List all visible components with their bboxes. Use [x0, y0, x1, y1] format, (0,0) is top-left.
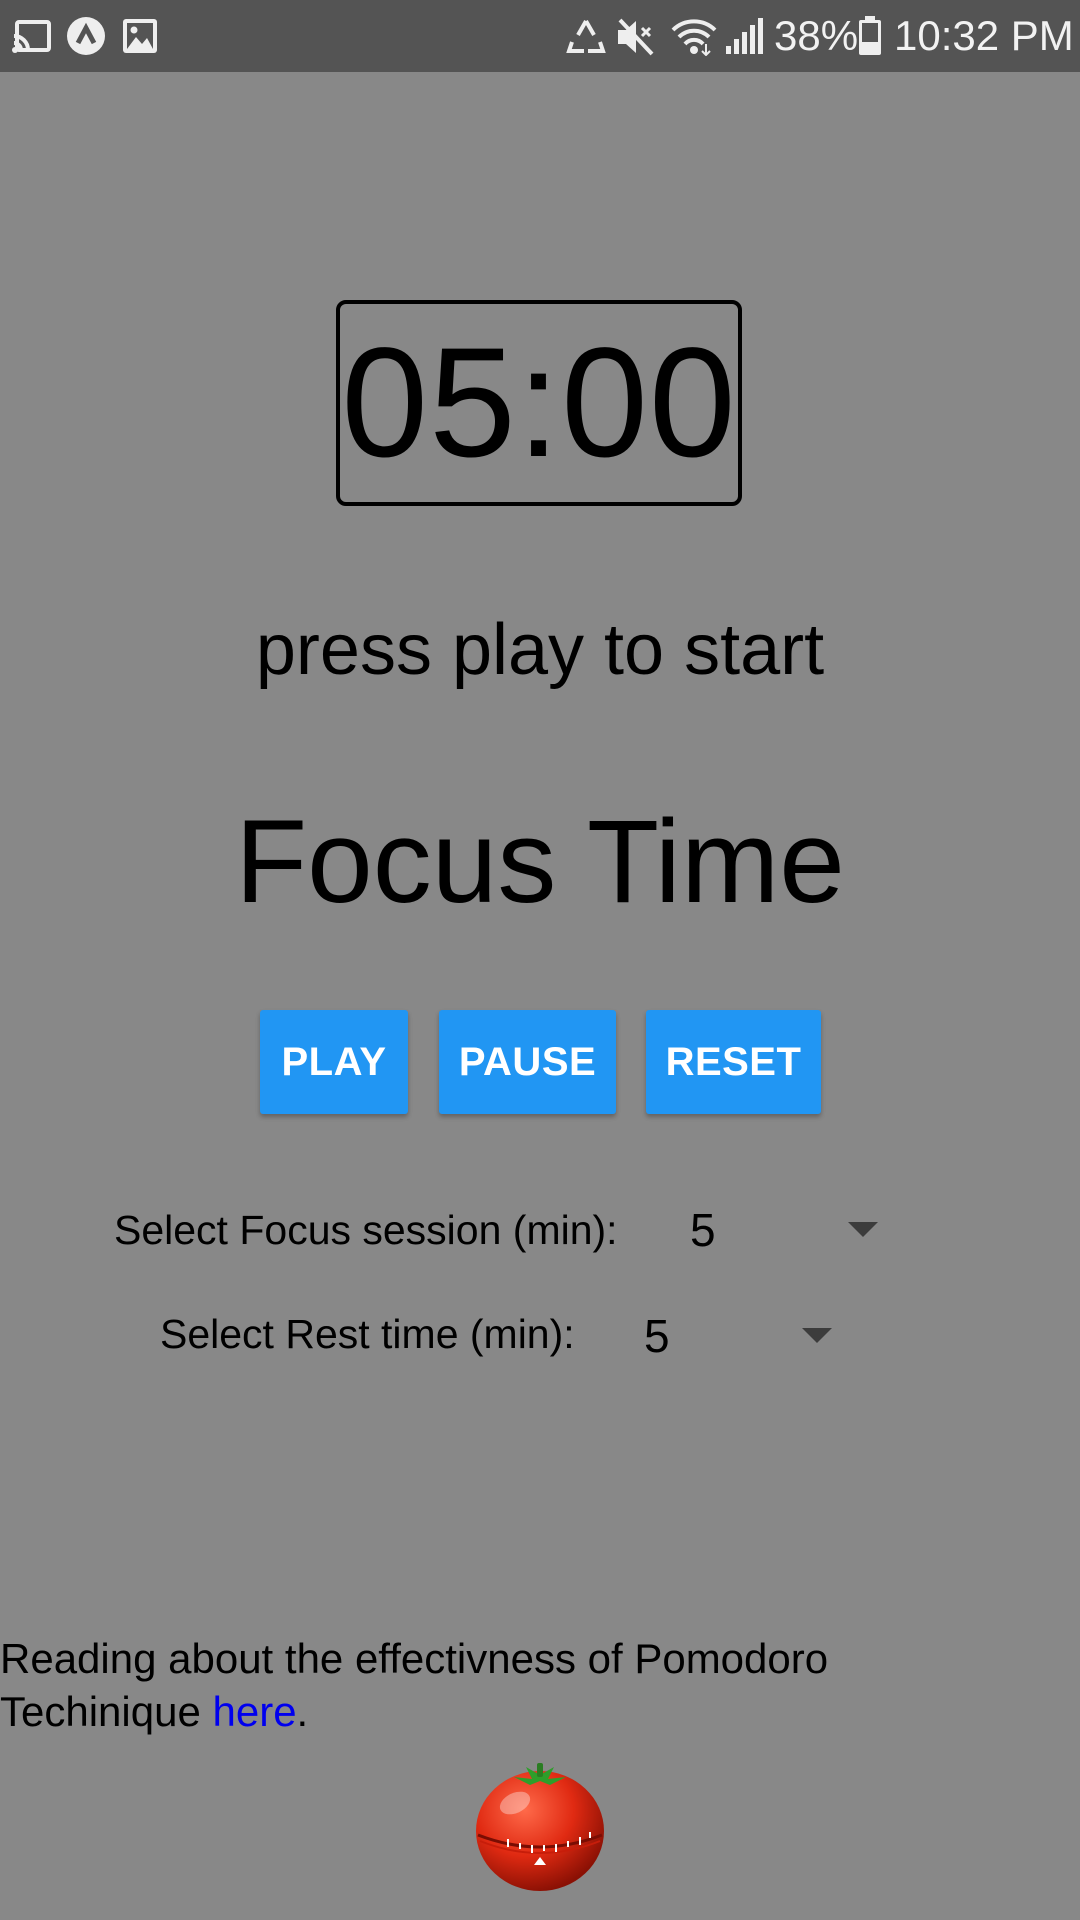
focus-session-label: Select Focus session (min): [114, 1207, 618, 1253]
here-link[interactable]: here [212, 1688, 296, 1735]
image-icon [123, 19, 157, 53]
status-message: press play to start [255, 610, 825, 690]
info-text: Reading about the effectivness of Pomodo… [0, 1632, 1000, 1738]
signal-icon [726, 18, 763, 54]
focus-session-select[interactable]: 5 [690, 1200, 880, 1260]
rest-time-label: Select Rest time (min): [160, 1311, 575, 1357]
app-notification-icon [67, 17, 105, 55]
reset-button[interactable]: RESET [646, 1010, 821, 1114]
clock: 10:32 PM [894, 12, 1074, 59]
tomato-timer-image [476, 1763, 604, 1891]
focus-session-value: 5 [690, 1204, 716, 1256]
recycle-icon [566, 20, 606, 53]
timer-value: 05:00 [341, 316, 737, 490]
battery-percent: 38% [774, 12, 859, 59]
timer-display: 05:00 [336, 300, 742, 506]
chevron-down-icon [848, 1222, 878, 1237]
rest-time-value: 5 [644, 1310, 670, 1362]
rest-time-select[interactable]: 5 [644, 1306, 834, 1366]
status-bar: 38% 10:32 PM [0, 0, 1080, 72]
chevron-down-icon [802, 1328, 832, 1343]
info-body: Reading about the effectivness of Pomodo… [0, 1635, 829, 1735]
play-button[interactable]: PLAY [260, 1010, 408, 1114]
info-suffix: . [296, 1688, 309, 1735]
wifi-icon [671, 19, 717, 56]
battery-icon [859, 16, 881, 55]
cast-icon [12, 20, 51, 53]
mute-icon [618, 18, 654, 56]
mode-title: Focus Time [235, 796, 845, 928]
pause-button[interactable]: PAUSE [439, 1010, 616, 1114]
